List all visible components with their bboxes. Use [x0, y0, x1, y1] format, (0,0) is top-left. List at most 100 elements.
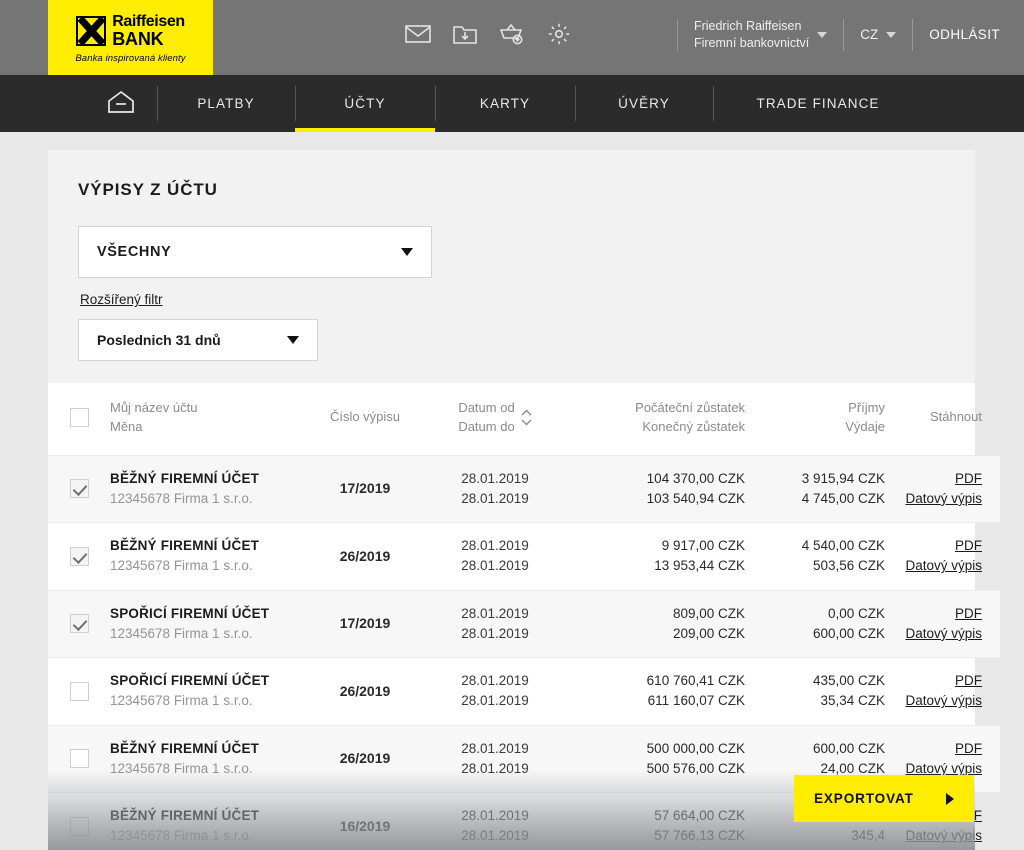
row-date-from: 28.01.2019: [461, 808, 529, 824]
header-account-line2: Měna: [110, 418, 143, 434]
advanced-filter-link[interactable]: Rozšířený filtr: [80, 292, 163, 307]
download-pdf-link[interactable]: PDF: [885, 536, 982, 556]
table-row[interactable]: SPOŘICÍ FIREMNÍ ÚČET 12345678 Firma 1 s.r…: [48, 657, 1000, 726]
table-row[interactable]: BĚŽNÝ FIREMNÍ ÚČET 12345678 Firma 1 s.r.o…: [48, 455, 1000, 523]
table-row[interactable]: SPOŘICÍ FIREMNÍ ÚČET 12345678 Firma 1 s.r…: [48, 590, 1000, 658]
download-data-link[interactable]: Datový výpis: [885, 556, 982, 576]
row-account-cell: SPOŘICÍ FIREMNÍ ÚČET 12345678 Firma 1 s.r…: [110, 658, 310, 726]
row-balance-start: 809,00 CZK: [672, 605, 745, 621]
row-expense: 503,56 CZK: [812, 558, 885, 574]
row-checkbox[interactable]: [69, 749, 89, 769]
row-account-cell: SPOŘICÍ FIREMNÍ ÚČET 12345678 Firma 1 s.r…: [110, 590, 310, 658]
row-checkbox[interactable]: [69, 681, 89, 701]
header-balance-start: Počáteční zůstatek: [635, 400, 745, 415]
row-date-from: 28.01.2019: [461, 470, 529, 486]
user-name: Friedrich Raiffeisen: [693, 19, 802, 33]
row-account-name: BĚŽNÝ FIREMNÍ ÚČET: [110, 538, 260, 554]
row-account-name: BĚŽNÝ FIREMNÍ ÚČET: [110, 740, 260, 756]
header-balance[interactable]: Počáteční zůstatek Konečný zůstatek: [570, 383, 745, 455]
chevron-down-icon: [886, 31, 897, 38]
row-balance-start: 500 000,00 CZK: [646, 740, 745, 756]
header-date-from: Datum od: [458, 400, 515, 415]
language-selector[interactable]: CZ: [860, 27, 897, 43]
folder-download-icon[interactable]: [453, 23, 477, 45]
basket-add-icon[interactable]: [499, 23, 525, 45]
period-select[interactable]: Poslednich 31 dnů: [78, 319, 318, 361]
row-balance-end: 57 766,13 CZK: [654, 828, 745, 844]
row-movements-cell: 4 540,00 CZK 503,56 CZK: [745, 523, 885, 591]
nav-label: KARTY: [479, 96, 531, 111]
row-balance-end: 103 540,94 CZK: [646, 490, 745, 506]
header-statement-number[interactable]: Číslo výpisu: [310, 383, 420, 455]
row-select-cell: [48, 455, 110, 523]
row-checkbox[interactable]: [69, 614, 89, 634]
row-download-cell: PDFDatový výpis: [885, 590, 1000, 658]
header-movements[interactable]: Příjmy Výdaje: [745, 383, 885, 455]
sort-toggle-icon[interactable]: [521, 409, 532, 426]
row-account-cell: BĚŽNÝ FIREMNÍ ÚČET 12345678 Firma 1 s.r.o…: [110, 455, 310, 523]
row-expense: 4 745,00 CZK: [801, 490, 885, 506]
row-dates-cell: 28.01.2019 28.01.2019: [420, 590, 570, 658]
row-balance-start: 104 370,00 CZK: [646, 470, 745, 486]
mail-icon[interactable]: [405, 24, 431, 44]
row-statement-number: 16/2019: [339, 817, 391, 834]
nav-item-platby[interactable]: PLATBY: [157, 75, 295, 132]
chevron-down-icon: [287, 336, 299, 344]
download-pdf-link[interactable]: PDF: [885, 469, 982, 489]
download-pdf-link[interactable]: PDF: [885, 739, 982, 759]
period-select-value: Poslednich 31 dnů: [97, 332, 221, 348]
row-balance-cell: 57 664,00 CZK 57 766,13 CZK: [570, 793, 745, 850]
account-select[interactable]: VŠECHNY: [78, 226, 432, 278]
row-account-name: SPOŘICÍ FIREMNÍ ÚČET: [110, 673, 270, 689]
divider: [676, 18, 678, 51]
user-role: Firemní bankovnictví: [693, 35, 810, 50]
logout-button[interactable]: ODHLÁSIT: [929, 27, 1000, 42]
download-data-link[interactable]: Datový výpis: [885, 624, 982, 644]
row-date-from: 28.01.2019: [461, 740, 529, 756]
nav-label: ÚČTY: [344, 96, 386, 111]
export-button[interactable]: EXPORTOVAT: [794, 775, 974, 822]
row-checkbox[interactable]: [69, 816, 89, 836]
row-date-to: 28.01.2019: [461, 828, 529, 844]
nav-item-karty[interactable]: KARTY: [435, 75, 575, 132]
row-account-sub: 12345678 Firma 1 s.r.o.: [110, 490, 253, 506]
download-pdf-link[interactable]: PDF: [885, 671, 982, 691]
gear-icon[interactable]: [547, 22, 571, 46]
header-date[interactable]: Datum od Datum do: [420, 383, 570, 455]
row-checkbox[interactable]: [69, 479, 89, 499]
table-row[interactable]: BĚŽNÝ FIREMNÍ ÚČET 12345678 Firma 1 s.r.o…: [48, 522, 1000, 591]
row-statement-number: 26/2019: [339, 682, 391, 699]
table-header: Můj název účtu Měna Číslo výpisu Datum o…: [48, 383, 1000, 455]
row-account-cell: BĚŽNÝ FIREMNÍ ÚČET 12345678 Firma 1 s.r.o…: [110, 793, 310, 850]
nav-item-trade-finance[interactable]: TRADE FINANCE: [713, 75, 923, 132]
header-right-group: Friedrich Raiffeisen Firemní bankovnictv…: [676, 18, 1000, 52]
nav-item-uvery[interactable]: ÚVĚRY: [575, 75, 713, 132]
row-checkbox[interactable]: [69, 546, 89, 566]
header-account[interactable]: Můj název účtu Měna: [110, 383, 310, 455]
row-account-sub: 12345678 Firma 1 s.r.o.: [110, 828, 253, 844]
filter-panel: VÝPISY Z ÚČTU VŠECHNY Rozšířený filtr Po…: [48, 150, 975, 383]
bank-logo[interactable]: Raiffeisen BANK Banka inspirovaná klient…: [48, 0, 213, 75]
nav-item-ucty[interactable]: ÚČTY: [295, 75, 435, 132]
row-balance-end: 13 953,44 CZK: [654, 558, 745, 574]
header-balance-end: Konečný zůstatek: [642, 418, 745, 434]
row-account-sub: 12345678 Firma 1 s.r.o.: [110, 693, 253, 709]
nav-item-home[interactable]: [85, 75, 157, 132]
nav-label: TRADE FINANCE: [756, 96, 880, 111]
download-pdf-link[interactable]: PDF: [885, 604, 982, 624]
row-account-sub: 12345678 Firma 1 s.r.o.: [110, 558, 253, 574]
row-date-to: 28.01.2019: [461, 490, 529, 506]
row-account-cell: BĚŽNÝ FIREMNÍ ÚČET 12345678 Firma 1 s.r.o…: [110, 725, 310, 793]
row-balance-start: 57 664,00 CZK: [654, 808, 745, 824]
row-income: 4 540,00 CZK: [801, 538, 885, 554]
language-label: CZ: [860, 27, 879, 43]
select-all-checkbox[interactable]: [69, 408, 89, 428]
statements-card: VÝPISY Z ÚČTU VŠECHNY Rozšířený filtr Po…: [48, 150, 1000, 850]
raiffeisen-gables-icon: [76, 15, 107, 46]
download-data-link[interactable]: Datový výpis: [885, 826, 982, 846]
download-data-link[interactable]: Datový výpis: [885, 489, 982, 509]
row-dates-cell: 28.01.2019 28.01.2019: [420, 658, 570, 726]
download-data-link[interactable]: Datový výpis: [885, 691, 982, 711]
header-income: Příjmy: [848, 400, 885, 415]
user-menu[interactable]: Friedrich Raiffeisen Firemní bankovnictv…: [693, 18, 828, 52]
